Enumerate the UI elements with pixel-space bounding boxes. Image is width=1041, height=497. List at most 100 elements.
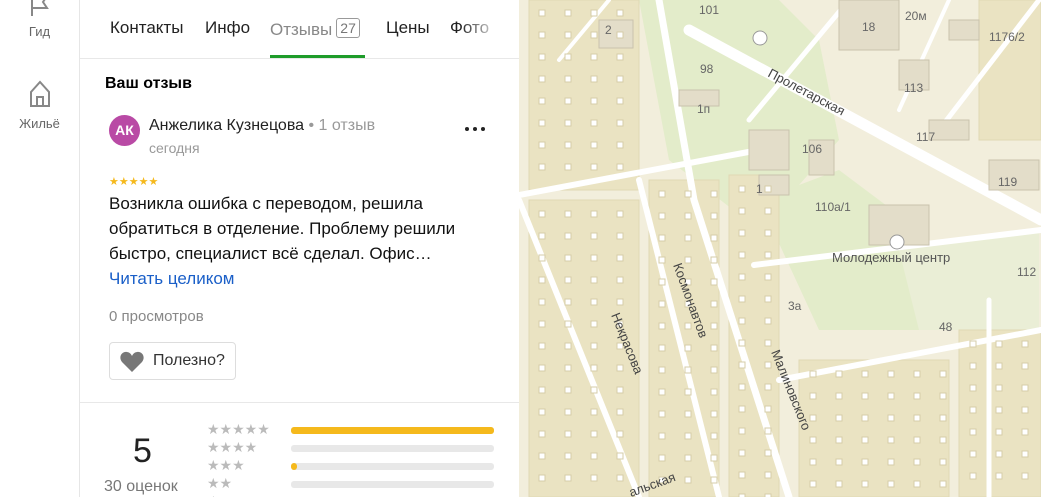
read-more-link[interactable]: Читать целиком — [109, 269, 235, 289]
review-text: Возникла ошибка с переводом, решила обра… — [109, 194, 456, 263]
map-house — [538, 119, 546, 127]
tab-info[interactable]: Инфо — [205, 18, 250, 38]
map-house — [887, 392, 895, 400]
map-house — [710, 212, 718, 220]
rating-row-stars: ★★★★ — [207, 439, 258, 455]
map-house — [887, 480, 895, 488]
rating-row-stars: ★★★ — [207, 457, 245, 473]
map-house — [590, 232, 598, 240]
map-house — [684, 432, 692, 440]
map-house — [538, 9, 546, 17]
map-poi-youth-center-icon[interactable] — [889, 234, 905, 250]
map-house — [809, 370, 817, 378]
map-house — [616, 298, 624, 306]
helpful-button[interactable]: Полезно? — [109, 342, 236, 380]
map-house — [809, 480, 817, 488]
map-house — [861, 480, 869, 488]
map-house — [538, 430, 546, 438]
more-options-icon[interactable] — [463, 118, 487, 138]
map-house — [590, 474, 598, 482]
map-house — [710, 190, 718, 198]
rail-item-housing[interactable]: Жильё — [0, 78, 79, 131]
avatar[interactable]: АК — [109, 115, 140, 146]
map-label-112: 112 — [1017, 265, 1036, 279]
map-house — [590, 9, 598, 17]
tab-contacts[interactable]: Контакты — [110, 18, 183, 38]
map-house — [710, 256, 718, 264]
map-house — [995, 362, 1003, 370]
map-house — [538, 97, 546, 105]
map-house — [564, 53, 572, 61]
map[interactable]: 101 2 18 20м 1176/2 98 1п 113 106 117 11… — [519, 0, 1041, 497]
map-house — [590, 141, 598, 149]
map-house — [616, 75, 624, 83]
map-house — [564, 119, 572, 127]
map-house — [887, 436, 895, 444]
map-house — [538, 364, 546, 372]
map-house — [809, 436, 817, 444]
map-house — [538, 474, 546, 482]
map-house — [684, 322, 692, 330]
map-house — [995, 406, 1003, 414]
map-house — [538, 298, 546, 306]
map-house — [738, 251, 746, 259]
map-house — [590, 53, 598, 61]
map-house — [616, 232, 624, 240]
map-house — [913, 414, 921, 422]
map-house — [616, 386, 624, 394]
map-label-1: 1 — [756, 182, 763, 196]
map-house — [710, 454, 718, 462]
review-date: сегодня — [149, 140, 200, 156]
map-house — [590, 364, 598, 372]
map-house — [939, 458, 947, 466]
map-house — [710, 344, 718, 352]
map-house — [995, 428, 1003, 436]
map-house — [616, 210, 624, 218]
map-house — [1021, 428, 1029, 436]
map-house — [835, 436, 843, 444]
map-house — [738, 471, 746, 479]
map-house — [616, 430, 624, 438]
author-name[interactable]: Анжелика Кузнецова — [149, 117, 304, 134]
rating-row-stars: ★★★★★ — [207, 421, 270, 437]
tab-prices[interactable]: Цены — [386, 18, 430, 38]
map-house — [939, 392, 947, 400]
tab-reviews-count: 27 — [336, 18, 360, 38]
map-house — [590, 163, 598, 171]
map-house — [538, 141, 546, 149]
tab-reviews[interactable]: Отзывы 27 — [270, 18, 360, 40]
map-house — [564, 210, 572, 218]
map-house — [710, 410, 718, 418]
map-house — [710, 278, 718, 286]
map-house — [939, 480, 947, 488]
map-house — [538, 163, 546, 171]
map-house — [658, 300, 666, 308]
map-house — [564, 320, 572, 328]
map-house — [590, 254, 598, 262]
rating-count: 30 оценок — [104, 478, 178, 495]
rating-bar-track — [291, 463, 494, 470]
map-house — [861, 370, 869, 378]
map-house — [616, 408, 624, 416]
map-poi-icon[interactable] — [752, 30, 768, 46]
map-house — [887, 414, 895, 422]
map-house — [684, 234, 692, 242]
map-house — [658, 322, 666, 330]
map-house — [564, 31, 572, 39]
map-house — [538, 452, 546, 460]
rail-item-guide[interactable]: Гид — [0, 0, 79, 39]
map-house — [590, 430, 598, 438]
map-house — [564, 75, 572, 83]
map-house — [764, 229, 772, 237]
map-house — [538, 320, 546, 328]
map-house — [738, 317, 746, 325]
map-house — [658, 344, 666, 352]
rating-row-stars: ★★ — [207, 475, 233, 491]
map-label-101: 101 — [699, 3, 719, 17]
map-label-1176-2: 1176/2 — [989, 30, 1025, 44]
map-house — [969, 340, 977, 348]
map-house — [738, 295, 746, 303]
map-house — [913, 436, 921, 444]
map-house — [684, 388, 692, 396]
map-house — [913, 370, 921, 378]
